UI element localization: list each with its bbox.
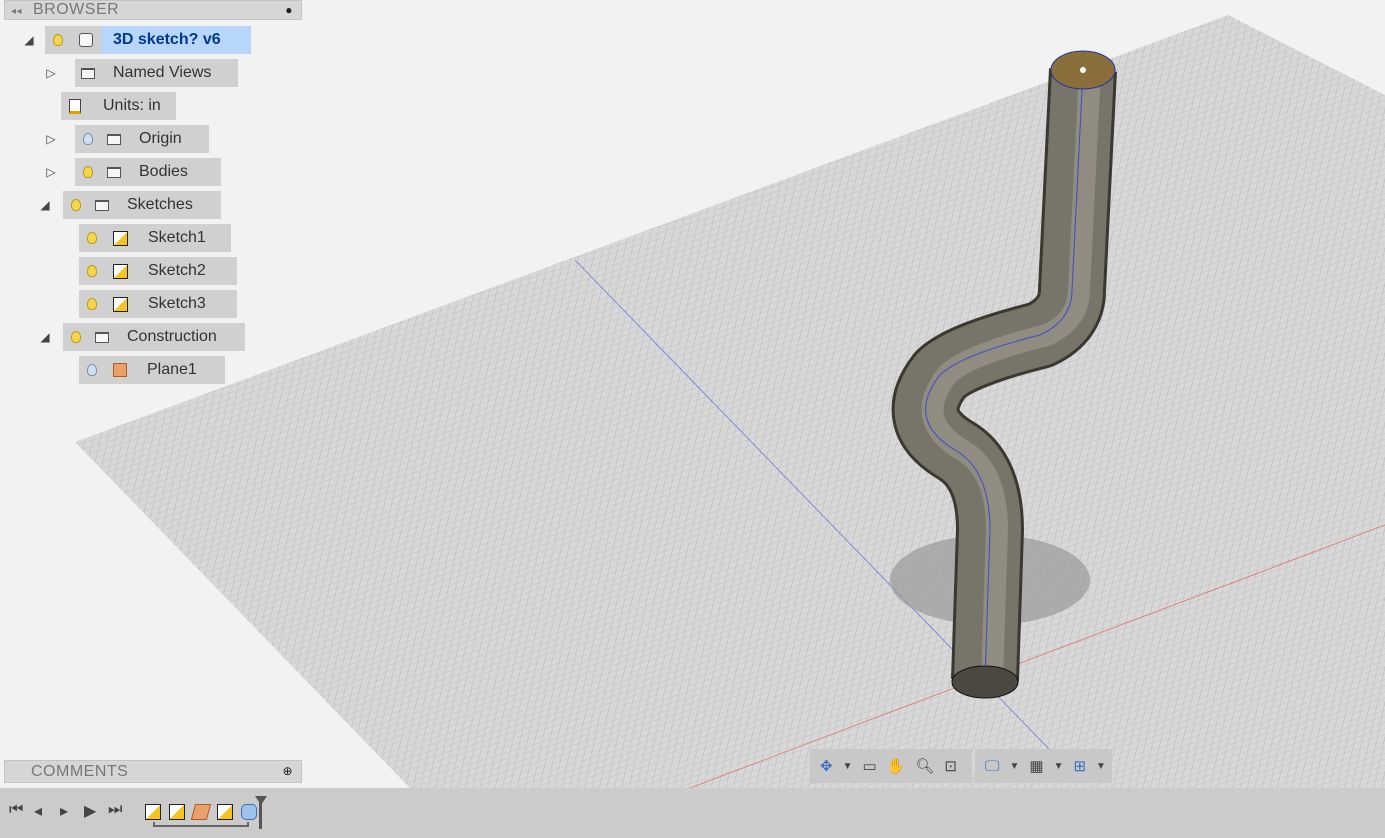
3d-viewport[interactable] — [0, 0, 1385, 788]
comments-header[interactable]: COMMENTS ⊕ — [4, 760, 302, 783]
step-back-icon[interactable]: ◂ — [34, 801, 42, 821]
visibility-bulb-icon[interactable] — [71, 331, 81, 343]
sketch-icon — [113, 296, 128, 312]
visibility-bulb-icon[interactable] — [87, 364, 97, 376]
minus-circle-icon[interactable]: ● — [285, 1, 293, 19]
label: Plane1 — [147, 361, 197, 378]
label: Origin — [139, 130, 182, 147]
timeline-bracket — [153, 822, 249, 827]
sketch-icon — [113, 263, 128, 279]
play-icon[interactable]: ▶ — [84, 801, 96, 821]
timeline-sketch-icon[interactable] — [169, 804, 185, 820]
browser-title: BROWSER — [33, 1, 120, 18]
timeline-sketch-icon[interactable] — [217, 804, 233, 820]
timeline-marker-head[interactable] — [255, 796, 267, 805]
go-to-end-icon[interactable]: ⏭ — [108, 801, 122, 819]
fit-icon[interactable]: ⊡ — [944, 757, 957, 775]
folder-icon — [95, 331, 109, 343]
label: Sketch1 — [148, 229, 206, 246]
collapse-triangle-icon[interactable]: ◢ — [38, 330, 52, 344]
orbit-icon[interactable]: ✥ — [820, 757, 833, 775]
tree-sketches[interactable]: Sketches — [63, 191, 221, 219]
step-forward-icon[interactable]: ▸ — [60, 801, 68, 821]
pan-hand-icon[interactable]: ✋ — [887, 757, 906, 775]
dropdown-arrow-icon[interactable]: ▼ — [1009, 761, 1019, 772]
visibility-bulb-icon[interactable] — [71, 199, 81, 211]
label: Named Views — [113, 64, 212, 81]
tree-origin[interactable]: Origin — [75, 125, 209, 153]
tree-sketch1[interactable]: Sketch1 — [79, 224, 231, 252]
collapse-triangle-icon[interactable]: ◢ — [38, 198, 52, 212]
comments-title: COMMENTS — [31, 763, 129, 780]
visibility-bulb-icon[interactable] — [87, 265, 97, 277]
visibility-bulb-icon[interactable] — [83, 133, 93, 145]
grid-icon[interactable]: ▦ — [1029, 757, 1043, 775]
collapse-triangle-icon[interactable]: ◢ — [22, 33, 36, 47]
timeline-sweep-icon[interactable] — [241, 804, 257, 820]
plane-icon — [113, 363, 127, 377]
tree-bodies[interactable]: Bodies — [75, 158, 221, 186]
component-icon — [79, 33, 93, 47]
viewports-icon[interactable]: ⊞ — [1073, 757, 1086, 775]
tree-sketch3[interactable]: Sketch3 — [79, 290, 237, 318]
tree-named-views[interactable]: Named Views — [75, 59, 238, 87]
visibility-bulb-icon[interactable] — [87, 232, 97, 244]
timeline: ⏮ ◂ ▸ ▶ ⏭ — [0, 788, 1385, 838]
label: Construction — [127, 328, 217, 345]
tree-sketch2[interactable]: Sketch2 — [79, 257, 237, 285]
folder-icon — [107, 133, 121, 145]
timeline-plane-icon[interactable] — [190, 804, 212, 820]
visibility-bulb-icon[interactable] — [87, 298, 97, 310]
display-settings-icon[interactable]: 🖵 — [985, 758, 999, 775]
expand-triangle-icon[interactable]: ▷ — [44, 132, 58, 146]
document-icon — [69, 98, 81, 114]
folder-icon — [95, 199, 109, 211]
tree-units[interactable]: Units: in — [61, 92, 176, 120]
visibility-bulb-icon[interactable] — [53, 34, 63, 46]
root-label: 3D sketch? v6 — [101, 26, 251, 54]
dropdown-arrow-icon[interactable]: ▼ — [1054, 761, 1064, 772]
timeline-sketch-icon[interactable] — [145, 804, 161, 820]
plus-circle-icon[interactable]: ⊕ — [282, 761, 293, 782]
look-at-icon[interactable]: ▭ — [862, 757, 876, 775]
visibility-bulb-icon[interactable] — [83, 166, 93, 178]
expand-triangle-icon[interactable]: ▷ — [44, 165, 58, 179]
tree-root[interactable]: 3D sketch? v6 — [45, 26, 251, 54]
go-to-start-icon[interactable]: ⏮ — [9, 801, 23, 819]
expand-triangle-icon[interactable]: ▷ — [44, 66, 58, 80]
display-toolbar: 🖵 ▼ ▦ ▼ ⊞ ▼ — [975, 749, 1112, 783]
label: Sketches — [127, 196, 193, 213]
sketch-icon — [113, 230, 128, 246]
browser-header[interactable]: ◂◂ BROWSER ● — [4, 0, 302, 20]
dropdown-arrow-icon[interactable]: ▼ — [1096, 761, 1106, 772]
dropdown-arrow-icon[interactable]: ▼ — [843, 761, 853, 772]
label: Sketch2 — [148, 262, 206, 279]
tree-plane1[interactable]: Plane1 — [79, 356, 225, 384]
label: Units: in — [103, 97, 161, 114]
folder-icon — [81, 67, 95, 79]
collapse-icon[interactable]: ◂◂ — [11, 6, 22, 17]
zoom-icon[interactable]: 🔍︎ — [915, 757, 934, 775]
folder-icon — [107, 166, 121, 178]
tree-construction[interactable]: Construction — [63, 323, 245, 351]
label: Bodies — [139, 163, 188, 180]
label: Sketch3 — [148, 295, 206, 312]
navigation-toolbar: ✥ ▼ ▭ ✋ 🔍︎ ⊡ — [810, 749, 972, 783]
